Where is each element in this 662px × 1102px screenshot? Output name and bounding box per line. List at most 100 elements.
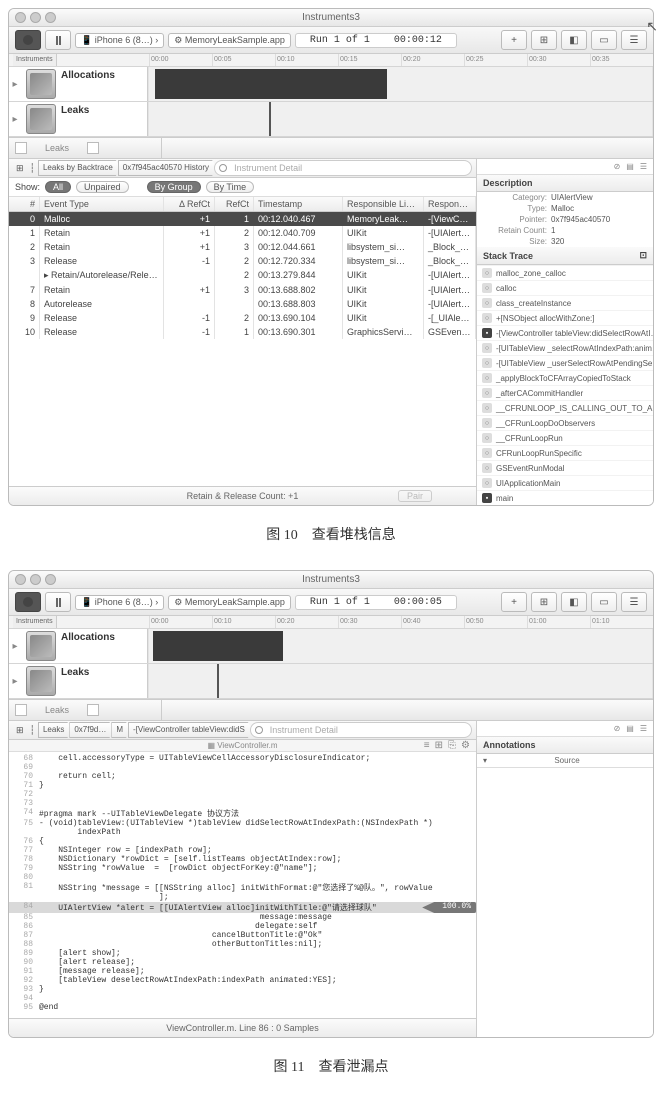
table-row[interactable]: 9Release-1200:13.690.104UIKit-[_UIAlertC…: [9, 311, 476, 325]
stack-frame[interactable]: ○malloc_zone_calloc: [477, 265, 653, 280]
strategy-icon[interactable]: ⊞: [531, 30, 557, 50]
crumb-history[interactable]: 0x7f945ac40570 History: [118, 160, 217, 176]
track-allocations[interactable]: ▸ Allocations: [9, 629, 653, 664]
instruments-window-2: Instruments3 📱 iPhone 6 (8…) › ⚙ MemoryL…: [8, 570, 654, 1038]
inspector-icon[interactable]: ☰: [621, 592, 647, 612]
code-toolbar[interactable]: ≡⊞⎘⚙: [424, 740, 470, 751]
breadcrumbs[interactable]: ⊞┆ Leaks 0x7f9d… M -[ViewController tabl…: [9, 721, 476, 740]
table-row[interactable]: 7Retain+1300:13.688.802UIKit-[UIAlertVie…: [9, 283, 476, 297]
library-icon[interactable]: ◧: [561, 592, 587, 612]
table-row[interactable]: 8Autorelease00:13.688.803UIKit-[UIAlertC…: [9, 297, 476, 311]
pair-button[interactable]: Pair: [398, 490, 432, 502]
selector-icon[interactable]: [15, 142, 27, 154]
stack-frame[interactable]: ○UIApplicationMain: [477, 475, 653, 490]
device-chip[interactable]: 📱 iPhone 6 (8…) ›: [75, 595, 164, 610]
disclosure-icon[interactable]: ▸: [9, 664, 21, 698]
stack-frame[interactable]: ○-[UITableView _selectRowAtIndexPath:ani…: [477, 340, 653, 355]
inspector-tools[interactable]: ⊘▤☰↖: [477, 159, 653, 175]
stack-frame[interactable]: ○__CFRunLoopDoObservers: [477, 415, 653, 430]
crumb-method[interactable]: -[ViewController tableView:didS: [128, 722, 253, 738]
ruler-label: Instruments: [13, 616, 57, 628]
midbar: Leaks: [9, 699, 653, 721]
app-chip[interactable]: ⚙ MemoryLeakSample.app: [168, 33, 291, 48]
filter-bar: Show: All Unpaired By Group By Time: [9, 178, 476, 197]
stack-frame[interactable]: ○-[UITableView _userSelectRowAtPendingSe…: [477, 355, 653, 370]
footer: Retain & Release Count: +1 Pair: [9, 486, 476, 505]
table-row[interactable]: 1Retain+1200:12.040.709UIKit-[UIAlertVie…: [9, 226, 476, 240]
crumb-leaks-bt[interactable]: Leaks by Backtrace: [38, 160, 121, 176]
stack-frame[interactable]: ○_applyBlockToCFArrayCopiedToStack: [477, 370, 653, 385]
disclosure-icon[interactable]: ▸: [9, 67, 21, 101]
selector-label: Leaks: [45, 143, 69, 153]
selector-icon-2[interactable]: [87, 704, 99, 716]
table-row[interactable]: ▸ Retain/Autorelease/Release (3)200:13.2…: [9, 268, 476, 283]
breadcrumbs[interactable]: ⊞┆ Leaks by Backtrace 0x7f945ac40570 His…: [9, 159, 476, 178]
run-indicator: Run 1 of 1 00:00:05: [295, 595, 457, 610]
pause-button[interactable]: [45, 592, 71, 612]
code-footer: ViewController.m. Line 86 : 0 Samples: [9, 1018, 476, 1037]
window-title: Instruments3: [302, 12, 360, 23]
disclosure-icon[interactable]: ▸: [9, 629, 21, 663]
stack-frame[interactable]: ▪-[ViewController tableView:didSelectRow…: [477, 325, 653, 340]
filter-unpaired[interactable]: Unpaired: [76, 181, 129, 193]
library-icon[interactable]: ◧: [561, 30, 587, 50]
stack-frame[interactable]: ○class_createInstance: [477, 295, 653, 310]
table-row[interactable]: 10Release-1100:13.690.301GraphicsServi…G…: [9, 325, 476, 339]
add-button[interactable]: +: [501, 30, 527, 50]
traffic-lights[interactable]: [15, 12, 56, 23]
selector-icon[interactable]: [15, 704, 27, 716]
table-body: 0Malloc+1100:12.040.467MemoryLeak…-[View…: [9, 212, 476, 339]
pause-button[interactable]: [45, 30, 71, 50]
leaks-icon: [26, 666, 56, 696]
track-allocations[interactable]: ▸ Allocations: [9, 67, 653, 102]
track-list: ▸ Allocations ▸ Leaks: [9, 67, 653, 137]
stack-frame[interactable]: ○GSEventRunModal: [477, 460, 653, 475]
fullscreen-icon[interactable]: ▭: [591, 592, 617, 612]
stack-frame[interactable]: ○__CFRunLoopRun: [477, 430, 653, 445]
add-button[interactable]: +: [501, 592, 527, 612]
table-header[interactable]: # Event Type Δ RefCt RefCt Timestamp Res…: [9, 197, 476, 212]
stack-frame[interactable]: ○calloc: [477, 280, 653, 295]
track-leaks[interactable]: ▸ Leaks: [9, 664, 653, 699]
filter-bygroup[interactable]: By Group: [147, 181, 201, 193]
show-label: Show:: [15, 182, 40, 192]
record-button[interactable]: [15, 30, 41, 50]
fullscreen-icon[interactable]: ▭: [591, 30, 617, 50]
app-chip[interactable]: ⚙ MemoryLeakSample.app: [168, 595, 291, 610]
stack-frame[interactable]: ○+[NSObject allocWithZone:]: [477, 310, 653, 325]
stack-frame[interactable]: ○CFRunLoopRunSpecific: [477, 445, 653, 460]
stack-frame[interactable]: ○_afterCACommitHandler: [477, 385, 653, 400]
search-input[interactable]: Instrument Detail: [250, 722, 472, 738]
record-button[interactable]: [15, 592, 41, 612]
table-row[interactable]: 3Release-1200:12.720.334libsystem_si…_Bl…: [9, 254, 476, 268]
midbar: Leaks: [9, 137, 653, 159]
detail-pane: ⊞┆ Leaks 0x7f9d… M -[ViewController tabl…: [9, 721, 653, 1037]
figure-caption-11: 图 11 查看泄漏点: [0, 1056, 662, 1076]
stack-frame[interactable]: ▪main: [477, 490, 653, 505]
crumb-addr[interactable]: 0x7f9d…: [69, 722, 114, 738]
crumb-leaks[interactable]: Leaks: [38, 722, 72, 738]
expand-icon[interactable]: ⊡: [639, 250, 647, 261]
traffic-lights[interactable]: [15, 574, 56, 585]
source-code[interactable]: 68 cell.accessoryType = UITableViewCellA…: [9, 752, 476, 1018]
device-chip[interactable]: 📱 iPhone 6 (8…) ›: [75, 33, 164, 48]
track-leaks[interactable]: ▸ Leaks: [9, 102, 653, 137]
filter-all[interactable]: All: [45, 181, 71, 193]
inspector-icon[interactable]: ☰: [621, 30, 647, 50]
disclosure-icon[interactable]: ▸: [9, 102, 21, 136]
table-row[interactable]: 2Retain+1300:12.044.661libsystem_si…_Blo…: [9, 240, 476, 254]
search-input[interactable]: Instrument Detail: [214, 160, 472, 176]
track-list: ▸ Allocations ▸ Leaks: [9, 629, 653, 699]
cursor-icon: ↖: [646, 18, 654, 35]
clock-icon: ⊘: [614, 162, 621, 171]
selector-icon-2[interactable]: [87, 142, 99, 154]
toolbar: 📱 iPhone 6 (8…) › ⚙ MemoryLeakSample.app…: [9, 589, 653, 616]
table-row[interactable]: 0Malloc+1100:12.040.467MemoryLeak…-[View…: [9, 212, 476, 226]
stack-header: Stack Trace⊡: [477, 247, 653, 265]
strategy-icon[interactable]: ⊞: [531, 592, 557, 612]
stack-frame[interactable]: ○__CFRUNLOOP_IS_CALLING_OUT_TO_AN…: [477, 400, 653, 415]
instruments-window-1: Instruments3 📱 iPhone 6 (8…) › ⚙ MemoryL…: [8, 8, 654, 506]
grid-icon: ▤: [626, 162, 634, 171]
filter-bytime[interactable]: By Time: [206, 181, 255, 193]
inspector-tools[interactable]: ⊘▤☰: [477, 721, 653, 737]
